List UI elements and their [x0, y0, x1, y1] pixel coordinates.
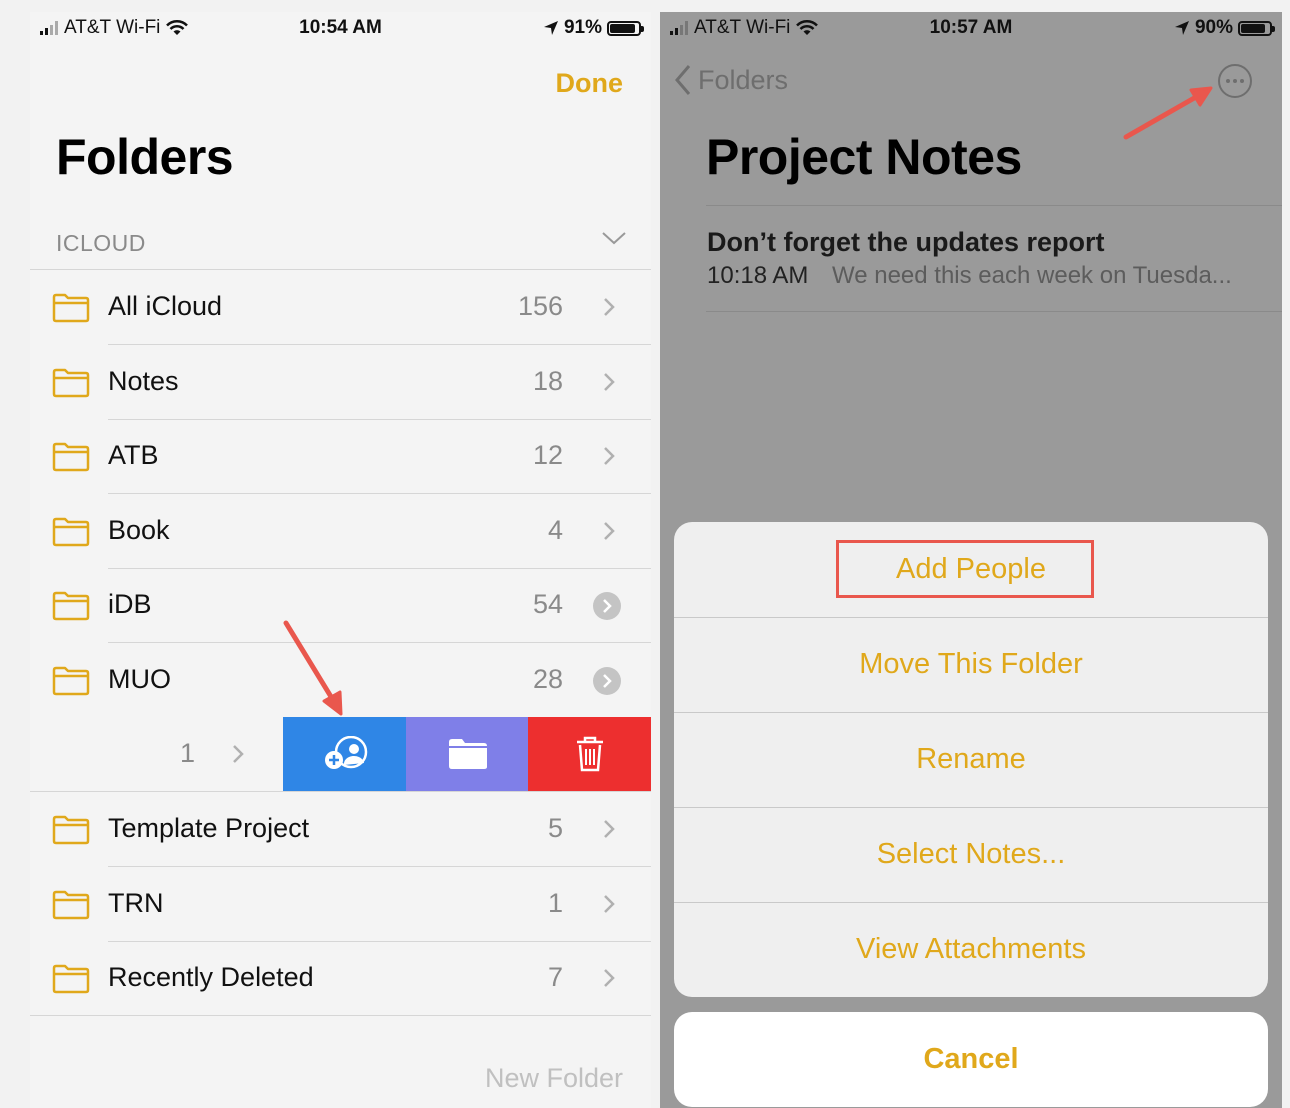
- move-folder-button[interactable]: [406, 717, 529, 791]
- menu-view-attachments[interactable]: View Attachments: [674, 902, 1268, 997]
- folder-count: 1: [180, 738, 196, 768]
- status-bar: AT&T Wi-Fi 10:57 AM 90%: [660, 12, 1282, 46]
- folder-count: 5: [547, 813, 563, 843]
- divider: [706, 311, 1282, 312]
- folder-icon: [52, 890, 90, 920]
- project-notes-screen: AT&T Wi-Fi 10:57 AM 90% Folders Project …: [660, 12, 1282, 1108]
- folder-icon: [448, 739, 487, 769]
- folder-name: Recently Deleted: [108, 962, 314, 992]
- folder-name: ATB: [108, 440, 159, 470]
- swiped-folder-row[interactable]: 1: [30, 717, 651, 791]
- folder-name: TRN: [108, 888, 164, 918]
- folder-row[interactable]: Notes 18: [30, 345, 651, 419]
- note-time: 10:18 AM: [707, 262, 809, 289]
- add-people-button[interactable]: [283, 717, 406, 791]
- folder-icon: [52, 666, 90, 696]
- trash-icon: [576, 736, 603, 772]
- folder-icon: [52, 517, 90, 547]
- battery-percent: 90%: [1194, 17, 1233, 38]
- location-arrow-icon: [1174, 21, 1189, 35]
- chevron-right-icon: [604, 373, 615, 391]
- chevron-right-icon: [604, 969, 615, 987]
- folder-row[interactable]: iDB 54: [30, 568, 651, 642]
- folder-row[interactable]: All iCloud 156: [30, 270, 651, 344]
- battery-icon: [1238, 20, 1275, 36]
- section-label: ICLOUD: [56, 230, 146, 256]
- folder-count: 18: [532, 366, 563, 396]
- chevron-left-icon: [675, 65, 691, 95]
- chevron-right-icon: [604, 820, 615, 838]
- folder-icon: [52, 964, 90, 994]
- folder-count: 1: [547, 888, 563, 918]
- new-folder-button[interactable]: New Folder: [485, 1063, 623, 1094]
- folder-row[interactable]: MUO 28: [30, 643, 651, 717]
- divider: [30, 791, 651, 792]
- back-button[interactable]: Folders: [674, 64, 788, 96]
- folder-count: 4: [547, 515, 563, 545]
- battery-icon: [607, 20, 644, 36]
- folder-count: 28: [532, 664, 563, 694]
- action-sheet: Add People Move This Folder Rename Selec…: [674, 522, 1268, 997]
- folder-row[interactable]: Template Project 5: [30, 792, 651, 866]
- battery-info: 90%: [1174, 17, 1275, 39]
- chevron-right-icon: [604, 298, 615, 316]
- folder-row[interactable]: Recently Deleted 7: [30, 941, 651, 1015]
- chevron-right-icon: [604, 522, 615, 540]
- battery-info: 91%: [543, 17, 644, 39]
- battery-percent: 91%: [563, 17, 602, 38]
- folder-icon: [52, 591, 90, 621]
- folder-count: 54: [532, 589, 563, 619]
- ellipsis-circle-icon[interactable]: [1218, 64, 1252, 98]
- folder-name: MUO: [108, 664, 171, 694]
- divider: [706, 205, 1282, 206]
- menu-select-notes[interactable]: Select Notes...: [674, 807, 1268, 902]
- more-circle-icon[interactable]: [593, 667, 621, 695]
- folder-count: 7: [547, 962, 563, 992]
- chevron-right-icon: [233, 745, 244, 763]
- status-bar: AT&T Wi-Fi 10:54 AM 91%: [30, 12, 651, 46]
- folder-count: 12: [532, 440, 563, 470]
- folders-screen: AT&T Wi-Fi 10:54 AM 91% Done Folders ICL…: [30, 12, 651, 1108]
- folder-count: 156: [517, 291, 563, 321]
- menu-rename[interactable]: Rename: [674, 712, 1268, 807]
- delete-folder-button[interactable]: [528, 717, 651, 791]
- folder-name: All iCloud: [108, 291, 223, 321]
- done-button[interactable]: Done: [556, 68, 624, 99]
- more-circle-icon[interactable]: [593, 592, 621, 620]
- folder-icon: [52, 293, 90, 323]
- folder-name: Template Project: [108, 813, 310, 843]
- add-people-icon: [324, 736, 367, 769]
- folder-row[interactable]: TRN 1: [30, 867, 651, 941]
- folder-icon: [52, 442, 90, 472]
- annotation-highlight-box: [836, 540, 1094, 598]
- page-title: Project Notes: [706, 129, 1022, 185]
- folder-name: Notes: [108, 366, 179, 396]
- folder-icon: [52, 368, 90, 398]
- cancel-button[interactable]: Cancel: [674, 1012, 1268, 1107]
- note-preview: We need this each week on Tuesda...: [832, 262, 1232, 289]
- menu-move-this-folder[interactable]: Move This Folder: [674, 617, 1268, 712]
- folder-name: Book: [108, 515, 170, 545]
- folder-row[interactable]: ATB 12: [30, 419, 651, 493]
- folder-name: iDB: [108, 589, 152, 619]
- folder-row[interactable]: Book 4: [30, 494, 651, 568]
- chevron-down-icon[interactable]: [601, 228, 627, 248]
- page-title: Folders: [56, 129, 234, 185]
- back-label: Folders: [698, 64, 789, 95]
- note-title: Don’t forget the updates report: [707, 227, 1105, 257]
- chevron-right-icon: [604, 447, 615, 465]
- location-arrow-icon: [543, 21, 558, 35]
- chevron-right-icon: [604, 895, 615, 913]
- section-header-icloud[interactable]: ICLOUD: [56, 230, 627, 257]
- divider: [30, 1015, 651, 1016]
- folder-icon: [52, 815, 90, 845]
